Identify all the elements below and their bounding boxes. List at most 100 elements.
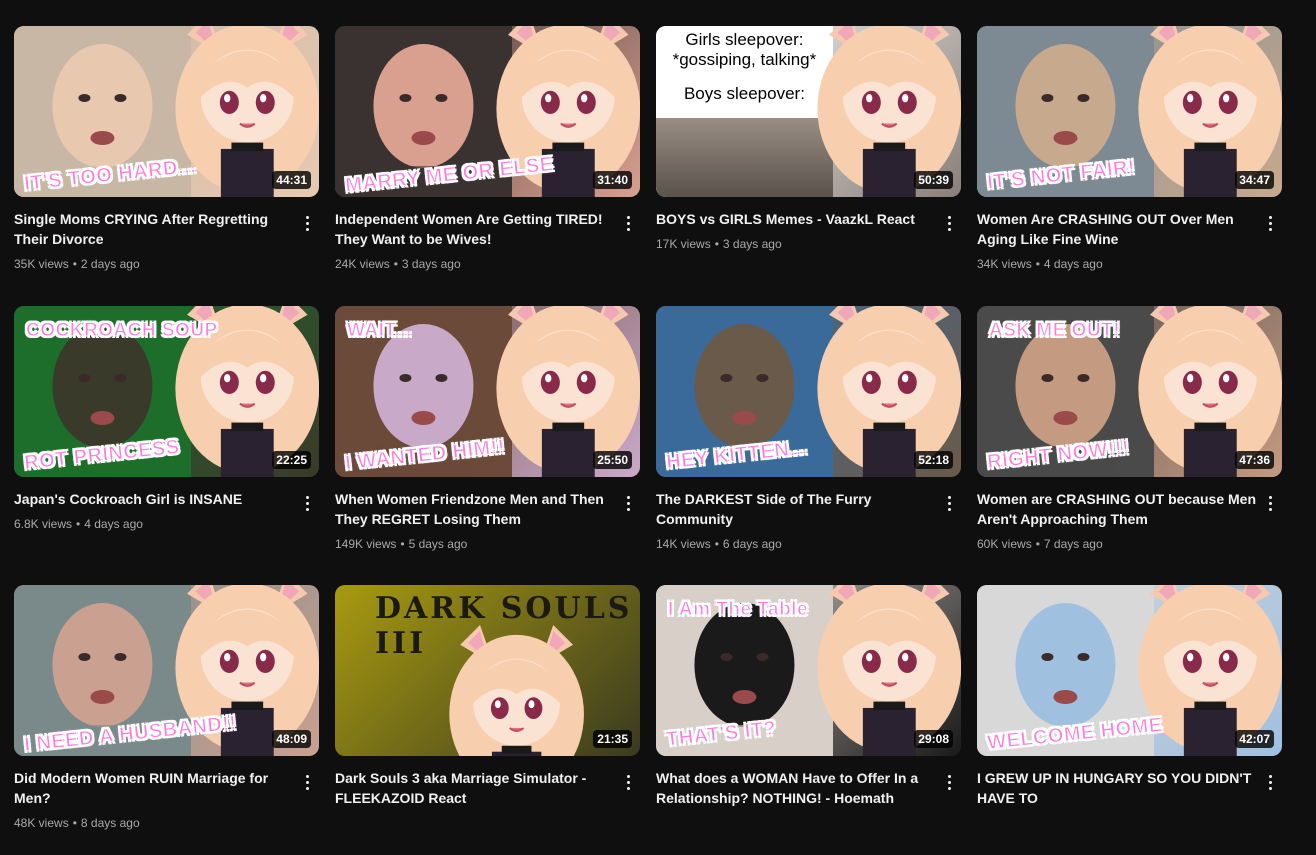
duration-badge: 31:40 [593,171,632,189]
view-count: 34K views [977,257,1032,271]
video-thumbnail[interactable]: WAIT... I WANTED HIM!! 25:50 [335,306,640,477]
view-count: 17K views [656,237,711,251]
meme-line: Boys sleepover: [683,84,805,103]
separator-dot: • [1035,257,1040,271]
video-card[interactable]: ASK ME OUT! RIGHT NOW!!! 47:36 Women are CR… [977,306,1282,576]
video-metadata: 34K views • 4 days ago [977,257,1103,271]
thumbnail-caption-secondary: I Am The Table [667,599,809,621]
duration-badge: 42:07 [1235,730,1274,748]
video-card[interactable]: MARRY ME OR ELSE 31:40 Independent Women A… [335,26,640,296]
duration-badge: 25:50 [593,451,632,469]
video-metadata: 24K views • 3 days ago [335,257,461,271]
video-title[interactable]: The DARKEST Side of The Furry Community [656,489,936,529]
thumbnail-caption-secondary: WAIT... [347,320,412,342]
duration-badge: 47:36 [1235,451,1274,469]
thumbnail-caption-secondary: ASK ME OUT! [988,320,1121,342]
more-options-icon[interactable] [616,211,640,235]
separator-dot: • [76,517,81,531]
more-options-icon[interactable] [616,491,640,515]
video-title[interactable]: I GREW UP IN HUNGARY SO YOU DIDN'T HAVE … [977,768,1257,808]
more-options-icon[interactable] [1258,491,1282,515]
video-card[interactable]: DARK SOULS III 21:35 Dark Souls 3 aka Mar… [335,585,640,855]
video-thumbnail[interactable]: IT'S NOT FAIR! 34:47 [977,26,1282,197]
separator-dot: • [714,237,719,251]
view-count: 48K views [14,816,69,830]
video-title[interactable]: Women Are CRASHING OUT Over Men Aging Li… [977,209,1257,249]
more-options-icon[interactable] [295,491,319,515]
more-options-icon[interactable] [295,211,319,235]
video-title[interactable]: Single Moms CRYING After Regretting Thei… [14,209,294,249]
more-options-icon[interactable] [616,770,640,794]
upload-age: 5 days ago [408,537,468,551]
view-count: 6.8K views [14,517,73,531]
separator-dot: • [72,816,77,830]
separator-dot: • [1035,537,1040,551]
meme-panel: Girls sleepover: *gossiping, talking* Bo… [656,26,833,197]
meme-line: Girls sleepover: [685,30,804,49]
upload-age: 3 days ago [401,257,461,271]
video-metadata: 14K views • 6 days ago [656,537,782,551]
duration-badge: 29:08 [914,730,953,748]
separator-dot: • [72,257,77,271]
video-thumbnail[interactable]: I NEED A HUSBAND!! 48:09 [14,585,319,756]
video-thumbnail[interactable]: WELCOME HOME 42:07 [977,585,1282,756]
thumbnail-caption-secondary: COCKROACH SOUP [26,320,218,342]
video-metadata: 60K views • 7 days ago [977,537,1103,551]
video-thumbnail[interactable]: HEY KITTEN... 52:18 [656,306,961,477]
more-options-icon[interactable] [1258,211,1282,235]
video-title[interactable]: Women are CRASHING OUT because Men Aren'… [977,489,1257,529]
video-card[interactable]: I Am The Table THAT'S IT? 29:08 What does a… [656,585,961,855]
duration-badge: 44:31 [272,171,311,189]
video-thumbnail[interactable]: MARRY ME OR ELSE 31:40 [335,26,640,197]
video-title[interactable]: BOYS vs GIRLS Memes - VaazkL React [656,209,936,229]
separator-dot: • [400,537,405,551]
video-card[interactable]: I NEED A HUSBAND!! 48:09 Did Modern Women … [14,585,319,855]
video-thumbnail[interactable]: I Am The Table THAT'S IT? 29:08 [656,585,961,756]
video-thumbnail[interactable]: ASK ME OUT! RIGHT NOW!!! 47:36 [977,306,1282,477]
more-options-icon[interactable] [295,770,319,794]
duration-badge: 50:39 [914,171,953,189]
meme-photo [656,118,833,197]
video-title[interactable]: Did Modern Women RUIN Marriage for Men? [14,768,294,808]
view-count: 60K views [977,537,1032,551]
upload-age: 7 days ago [1043,537,1103,551]
vtuber-avatar [448,625,585,756]
video-title[interactable]: When Women Friendzone Men and Then They … [335,489,615,529]
duration-badge: 21:35 [593,730,632,748]
upload-age: 4 days ago [84,517,143,531]
video-card[interactable]: HEY KITTEN... 52:18 The DARKEST Side of Th… [656,306,961,576]
view-count: 14K views [656,537,711,551]
video-title[interactable]: Japan's Cockroach Girl is INSANE [14,489,294,509]
duration-badge: 22:25 [272,451,311,469]
upload-age: 3 days ago [722,237,782,251]
upload-age: 6 days ago [722,537,782,551]
video-card[interactable]: COCKROACH SOUP ROT PRINCESS 22:25 Japan's C… [14,306,319,576]
video-card[interactable]: IT'S NOT FAIR! 34:47 Women Are CRASHING OU… [977,26,1282,296]
view-count: 24K views [335,257,390,271]
separator-dot: • [714,537,719,551]
video-title[interactable]: Independent Women Are Getting TIRED! The… [335,209,615,249]
more-options-icon[interactable] [1258,770,1282,794]
duration-badge: 34:47 [1235,171,1274,189]
view-count: 35K views [14,257,69,271]
video-title[interactable]: What does a WOMAN Have to Offer In a Rel… [656,768,936,808]
duration-badge: 48:09 [272,730,311,748]
video-card[interactable]: WELCOME HOME 42:07 I GREW UP IN HUNGARY SO… [977,585,1282,855]
video-title[interactable]: Dark Souls 3 aka Marriage Simulator - FL… [335,768,615,808]
upload-age: 4 days ago [1043,257,1103,271]
more-options-icon[interactable] [937,491,961,515]
video-card[interactable]: IT'S TOO HARD... 44:31 Single Moms CRYING … [14,26,319,296]
upload-age: 8 days ago [80,816,140,830]
video-thumbnail[interactable]: IT'S TOO HARD... 44:31 [14,26,319,197]
video-card[interactable]: Girls sleepover: *gossiping, talking* Bo… [656,26,961,296]
video-thumbnail[interactable]: DARK SOULS III 21:35 [335,585,640,756]
video-thumbnail[interactable]: Girls sleepover: *gossiping, talking* Bo… [656,26,961,197]
video-metadata: 6.8K views • 4 days ago [14,517,143,531]
more-options-icon[interactable] [937,211,961,235]
separator-dot: • [393,257,398,271]
video-card[interactable]: WAIT... I WANTED HIM!! 25:50 When Women Fri… [335,306,640,576]
video-thumbnail[interactable]: COCKROACH SOUP ROT PRINCESS 22:25 [14,306,319,477]
meme-line: *gossiping, talking* [672,50,817,69]
video-metadata: 35K views • 2 days ago [14,257,140,271]
more-options-icon[interactable] [937,770,961,794]
